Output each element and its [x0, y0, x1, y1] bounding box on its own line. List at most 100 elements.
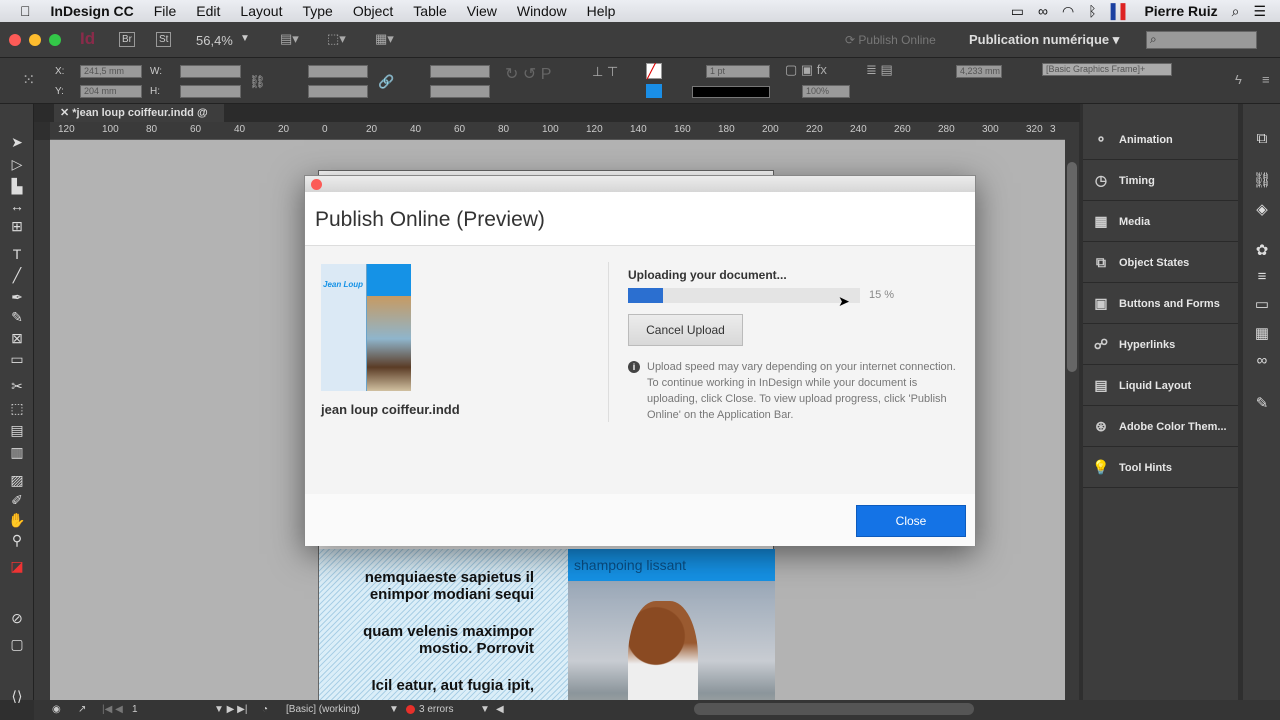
preflight-profile[interactable]: [Basic] (working)	[286, 704, 360, 715]
menu-help[interactable]: Help	[577, 3, 626, 19]
user-name[interactable]: Pierre Ruiz	[1144, 3, 1217, 19]
height-field[interactable]	[180, 85, 241, 98]
notes-icon[interactable]: ✎	[1252, 394, 1272, 414]
stroke-icon[interactable]: ≡	[1252, 268, 1272, 288]
width-field[interactable]	[180, 65, 241, 78]
panel-adobe-color-themes[interactable]: ⊛ Adobe Color Them...	[1083, 407, 1238, 447]
flag-icon[interactable]: ▌▌	[1111, 3, 1131, 19]
table-icon[interactable]: ▦	[1252, 324, 1272, 344]
menu-table[interactable]: Table	[403, 3, 456, 19]
arrange-documents-icon[interactable]: ▦▾	[375, 31, 394, 47]
swatches-icon[interactable]: ✿	[1252, 241, 1272, 261]
gradient-icon[interactable]: ▭	[1252, 295, 1272, 315]
shear-field[interactable]	[430, 85, 490, 98]
x-field[interactable]: 241,5 mm	[80, 65, 142, 78]
profile-dropdown-icon[interactable]: ▼	[389, 704, 399, 715]
rectangle-frame-tool-icon[interactable]: ⊠	[7, 330, 27, 348]
reference-point-icon[interactable]: ⁙	[22, 70, 35, 90]
document-tab[interactable]: ✕ *jean loup coiffeur.indd @ 56%	[54, 104, 224, 137]
pen-tool-icon[interactable]: ✒	[7, 289, 27, 307]
hand-tool-icon[interactable]: ✋	[7, 512, 27, 530]
errors-dropdown-icon[interactable]: ▼	[480, 704, 490, 715]
horizontal-scrollbar[interactable]	[694, 703, 974, 715]
view-options-icon[interactable]: ▤▾	[280, 31, 299, 47]
preview-icon[interactable]: ◉	[52, 704, 61, 715]
scissors-tool-icon[interactable]: ✂	[7, 378, 27, 396]
object-style-select[interactable]: [Basic Graphics Frame]+	[1042, 63, 1172, 76]
bluetooth-icon[interactable]: ᛒ	[1088, 3, 1096, 19]
rotation-field[interactable]	[430, 65, 490, 78]
rotate-icons[interactable]: ↻ ↺ P	[505, 64, 551, 84]
close-button[interactable]: Close	[856, 505, 966, 537]
gradient-feather-tool-icon[interactable]: ▥	[7, 444, 27, 462]
line-tool-icon[interactable]: ╱	[7, 267, 27, 285]
close-window-button[interactable]	[9, 34, 21, 46]
stroke-swatch[interactable]	[646, 84, 662, 98]
striped-text-frame[interactable]: nemquiaeste sapietus il enimpor modiani …	[319, 549, 568, 700]
scale-y-field[interactable]	[308, 85, 368, 98]
menu-layout[interactable]: Layout	[230, 3, 292, 19]
menu-window[interactable]: Window	[507, 3, 577, 19]
creative-cloud-icon[interactable]: ∞	[1038, 3, 1048, 19]
menu-view[interactable]: View	[457, 3, 507, 19]
page-tool-icon[interactable]: ▙	[7, 178, 27, 196]
apply-none-icon[interactable]: ⊘	[7, 610, 27, 628]
direct-selection-tool-icon[interactable]: ▷	[7, 156, 27, 174]
constrain-proportions-icon[interactable]: ⛓	[249, 74, 266, 90]
page-dropdown-icon[interactable]: ▼ ▶ ▶|	[214, 704, 247, 715]
apple-icon[interactable]: 	[0, 3, 41, 19]
workspace-switcher[interactable]: Publication numérique ▾	[969, 32, 1119, 48]
stroke-weight-field[interactable]: 1 pt	[706, 65, 770, 78]
banner-frame[interactable]: shampoing lissant	[568, 549, 775, 581]
panel-hyperlinks[interactable]: ☍ Hyperlinks	[1083, 325, 1238, 365]
scroll-left-icon[interactable]: ◀	[496, 704, 504, 715]
dialog-close-dot[interactable]	[311, 179, 322, 190]
help-search-input[interactable]: ⌕	[1146, 31, 1257, 49]
menu-object[interactable]: Object	[343, 3, 403, 19]
panel-object-states[interactable]: ⧉ Object States	[1083, 243, 1238, 283]
gradient-swatch-tool-icon[interactable]: ▤	[7, 422, 27, 440]
menu-app[interactable]: InDesign CC	[41, 3, 144, 19]
stroke-type-select[interactable]	[692, 86, 770, 98]
bridge-button[interactable]: Br	[119, 32, 135, 47]
panel-menu-icon[interactable]: ≡	[1262, 72, 1270, 87]
panel-animation[interactable]: ⚬ Animation	[1083, 120, 1238, 160]
chevron-down-icon[interactable]: ▼	[240, 33, 250, 44]
panel-media[interactable]: ▦ Media	[1083, 202, 1238, 242]
preflight-icon[interactable]: ◔	[262, 704, 268, 715]
pages-icon[interactable]: ⧉	[1252, 130, 1272, 150]
vertical-scrollbar[interactable]	[1065, 122, 1079, 700]
y-field[interactable]: 204 mm	[80, 85, 142, 98]
offset-field[interactable]: 4,233 mm	[956, 65, 1002, 78]
link-icon[interactable]: 🔗	[378, 74, 394, 90]
free-transform-tool-icon[interactable]: ⬚	[7, 400, 27, 418]
panel-buttons-forms[interactable]: ▣ Buttons and Forms	[1083, 284, 1238, 324]
zoom-tool-icon[interactable]: ⚲	[7, 532, 27, 550]
type-tool-icon[interactable]: T	[7, 246, 27, 264]
screen-mode-icon[interactable]: ▢	[7, 636, 27, 654]
effects-icons[interactable]: ▢ ▣ fx	[785, 62, 827, 78]
content-collector-icon[interactable]: ⊞	[7, 218, 27, 236]
open-icon[interactable]: ↗	[78, 704, 86, 715]
zoom-window-button[interactable]	[49, 34, 61, 46]
panel-liquid-layout[interactable]: ▤ Liquid Layout	[1083, 366, 1238, 406]
opacity-field[interactable]: 100%	[802, 85, 850, 98]
wifi-icon[interactable]: ◠	[1062, 3, 1074, 20]
code-icon[interactable]: ⟨⟩	[7, 688, 27, 706]
eyedropper-tool-icon[interactable]: ✐	[7, 492, 27, 510]
text-wrap-icons[interactable]: ≣ ▤	[866, 62, 893, 78]
scale-x-field[interactable]	[308, 65, 368, 78]
rectangle-tool-icon[interactable]: ▭	[7, 351, 27, 369]
menu-type[interactable]: Type	[292, 3, 342, 19]
cancel-upload-button[interactable]: Cancel Upload	[628, 314, 743, 346]
display-icon[interactable]: ▭	[1011, 3, 1024, 20]
list-icon[interactable]: ☰	[1253, 3, 1266, 20]
panel-timing[interactable]: ◷ Timing	[1083, 161, 1238, 201]
pencil-tool-icon[interactable]: ✎	[7, 309, 27, 327]
first-page-icon[interactable]: |◀ ◀	[102, 704, 123, 715]
layers-icon[interactable]: ◈	[1252, 200, 1272, 220]
publish-online-button[interactable]: ⟳ Publish Online	[845, 33, 936, 47]
gap-tool-icon[interactable]: ↔	[7, 198, 27, 216]
screen-mode-icon[interactable]: ⬚▾	[327, 31, 346, 47]
minimize-window-button[interactable]	[29, 34, 41, 46]
